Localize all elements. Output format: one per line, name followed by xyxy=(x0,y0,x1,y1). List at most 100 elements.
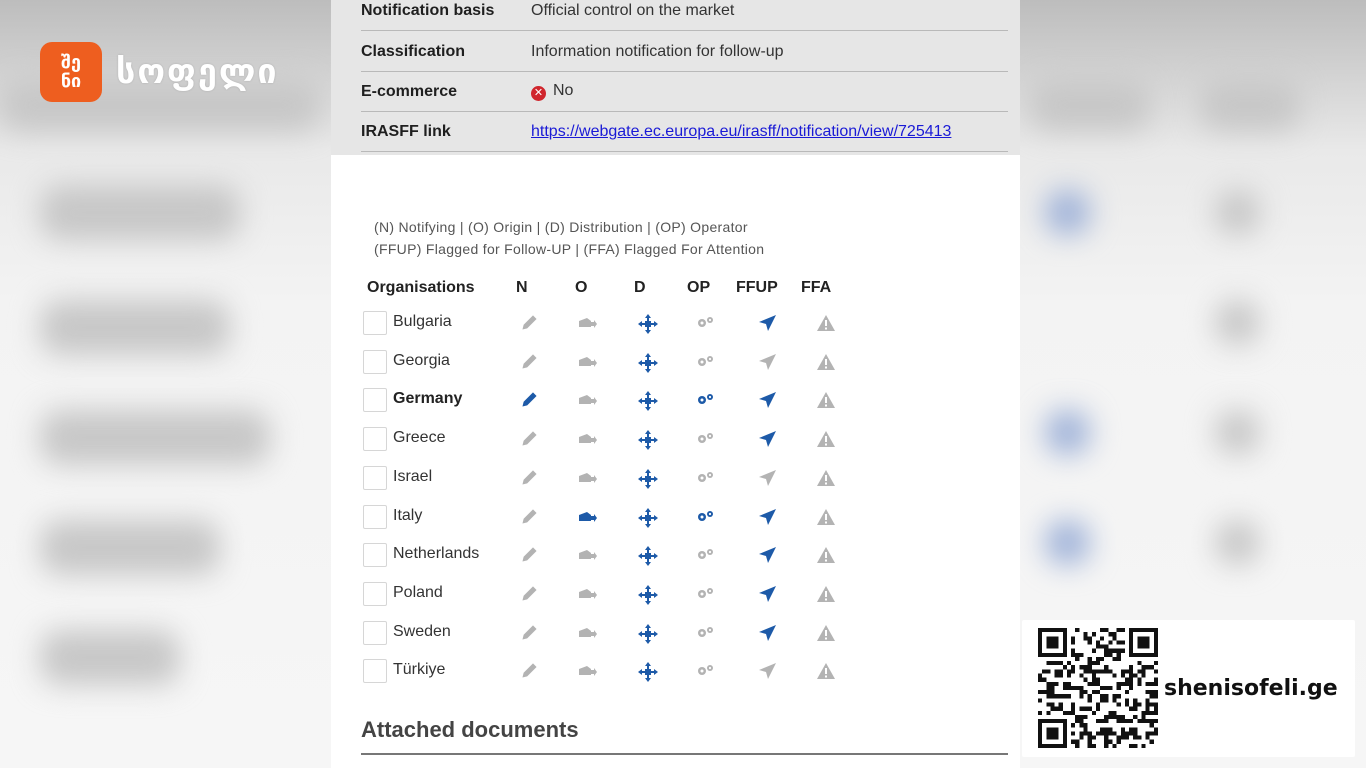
brand-logo[interactable]: შე ნი სოფელი xyxy=(40,42,279,102)
row-checkbox[interactable] xyxy=(363,388,387,413)
table-row: Georgia xyxy=(363,344,843,382)
pencil-icon xyxy=(517,390,543,412)
table-row: Bulgaria xyxy=(363,305,843,343)
bg-blur-shape xyxy=(40,300,230,355)
bg-blur-shape xyxy=(40,520,220,575)
country-name: Greece xyxy=(393,429,446,447)
table-row: Greece xyxy=(363,421,843,459)
country-name: Poland xyxy=(393,583,443,601)
distribution-arrows-icon xyxy=(635,545,661,567)
info-row-basis: Notification basis Official control on t… xyxy=(361,0,1008,31)
pencil-icon xyxy=(517,545,543,567)
country-name: Netherlands xyxy=(393,545,480,563)
ecommerce-value-text: No xyxy=(553,82,574,99)
info-row-ecommerce: E-commerce ✕ No xyxy=(361,72,1008,112)
truck-icon xyxy=(575,507,601,529)
basis-label: Notification basis xyxy=(361,1,495,19)
header-ffup: FFUP xyxy=(736,279,778,296)
info-row-irasff: IRASFF link https://webgate.ec.europa.eu… xyxy=(361,112,1008,152)
gears-icon xyxy=(693,352,719,374)
row-checkbox[interactable] xyxy=(363,659,387,684)
distribution-arrows-icon xyxy=(635,352,661,374)
country-name: Germany xyxy=(393,390,463,408)
promo-box: shenisofeli.ge xyxy=(1022,620,1355,757)
irasff-label: IRASFF link xyxy=(361,122,451,140)
bg-blur-shape xyxy=(1215,300,1260,345)
gears-icon xyxy=(693,313,719,335)
row-checkbox[interactable] xyxy=(363,504,387,529)
row-checkbox[interactable] xyxy=(363,581,387,606)
header-ffa: FFA xyxy=(801,279,832,296)
table-row: Netherlands xyxy=(363,537,843,575)
irasff-value: https://webgate.ec.europa.eu/irasff/noti… xyxy=(531,123,951,141)
classification-label: Classification xyxy=(361,42,466,60)
paper-plane-icon xyxy=(755,313,781,335)
bg-blur-shape xyxy=(1045,410,1090,455)
pencil-icon xyxy=(517,429,543,451)
truck-icon xyxy=(575,623,601,645)
gears-icon xyxy=(693,623,719,645)
gears-icon xyxy=(693,468,719,490)
table-row: Germany xyxy=(363,382,843,420)
legend: (N) Notifying | (O) Origin | (D) Distrib… xyxy=(374,216,764,260)
paper-plane-icon xyxy=(755,352,781,374)
country-name: Georgia xyxy=(393,351,450,369)
bg-blur-shape xyxy=(1215,410,1260,455)
paper-plane-icon xyxy=(755,390,781,412)
distribution-arrows-icon xyxy=(635,661,661,683)
table-row: Italy xyxy=(363,499,843,537)
ecommerce-value: ✕ No xyxy=(531,82,573,101)
distribution-arrows-icon xyxy=(635,390,661,412)
row-checkbox[interactable] xyxy=(363,465,387,490)
warning-triangle-icon xyxy=(813,313,839,335)
row-checkbox[interactable] xyxy=(363,620,387,645)
pencil-icon xyxy=(517,352,543,374)
irasff-link[interactable]: https://webgate.ec.europa.eu/irasff/noti… xyxy=(531,123,951,140)
logo-line-1: შე xyxy=(61,52,81,73)
bg-blur-shape xyxy=(1215,190,1260,235)
distribution-arrows-icon xyxy=(635,584,661,606)
table-row: Israel xyxy=(363,460,843,498)
gears-icon xyxy=(693,584,719,606)
row-checkbox[interactable] xyxy=(363,311,387,335)
warning-triangle-icon xyxy=(813,661,839,683)
truck-icon xyxy=(575,390,601,412)
pencil-icon xyxy=(517,507,543,529)
gears-icon xyxy=(693,545,719,567)
paper-plane-icon xyxy=(755,507,781,529)
warning-triangle-icon xyxy=(813,584,839,606)
paper-plane-icon xyxy=(755,661,781,683)
table-row: Sweden xyxy=(363,615,843,653)
header-d: D xyxy=(634,279,646,296)
truck-icon xyxy=(575,468,601,490)
table-row: Poland xyxy=(363,576,843,614)
header-organisations: Organisations xyxy=(367,279,475,296)
qr-code-icon[interactable] xyxy=(1038,628,1158,748)
distribution-arrows-icon xyxy=(635,507,661,529)
gears-icon xyxy=(693,390,719,412)
row-checkbox[interactable] xyxy=(363,349,387,374)
paper-plane-icon xyxy=(755,545,781,567)
header-n: N xyxy=(516,279,528,296)
distribution-arrows-icon xyxy=(635,429,661,451)
promo-site: shenisofeli.ge xyxy=(1164,676,1338,701)
country-name: Türkiye xyxy=(393,661,446,679)
paper-plane-icon xyxy=(755,584,781,606)
logo-badge: შე ნი xyxy=(40,42,102,102)
truck-icon xyxy=(575,545,601,567)
row-checkbox[interactable] xyxy=(363,543,387,568)
country-name: Israel xyxy=(393,467,433,485)
distribution-arrows-icon xyxy=(635,468,661,490)
bg-blur-shape xyxy=(40,410,270,465)
header-op: OP xyxy=(687,279,711,296)
table-row: Türkiye xyxy=(363,653,843,691)
info-section: Notification basis Official control on t… xyxy=(331,0,1020,155)
gears-icon xyxy=(693,429,719,451)
bg-blur-shape xyxy=(40,630,180,685)
legend-line-2: (FFUP) Flagged for Follow-UP | (FFA) Fla… xyxy=(374,241,765,257)
row-checkbox[interactable] xyxy=(363,427,387,452)
warning-triangle-icon xyxy=(813,507,839,529)
bg-blur-shape xyxy=(1045,190,1090,235)
distribution-arrows-icon xyxy=(635,313,661,335)
truck-icon xyxy=(575,352,601,374)
